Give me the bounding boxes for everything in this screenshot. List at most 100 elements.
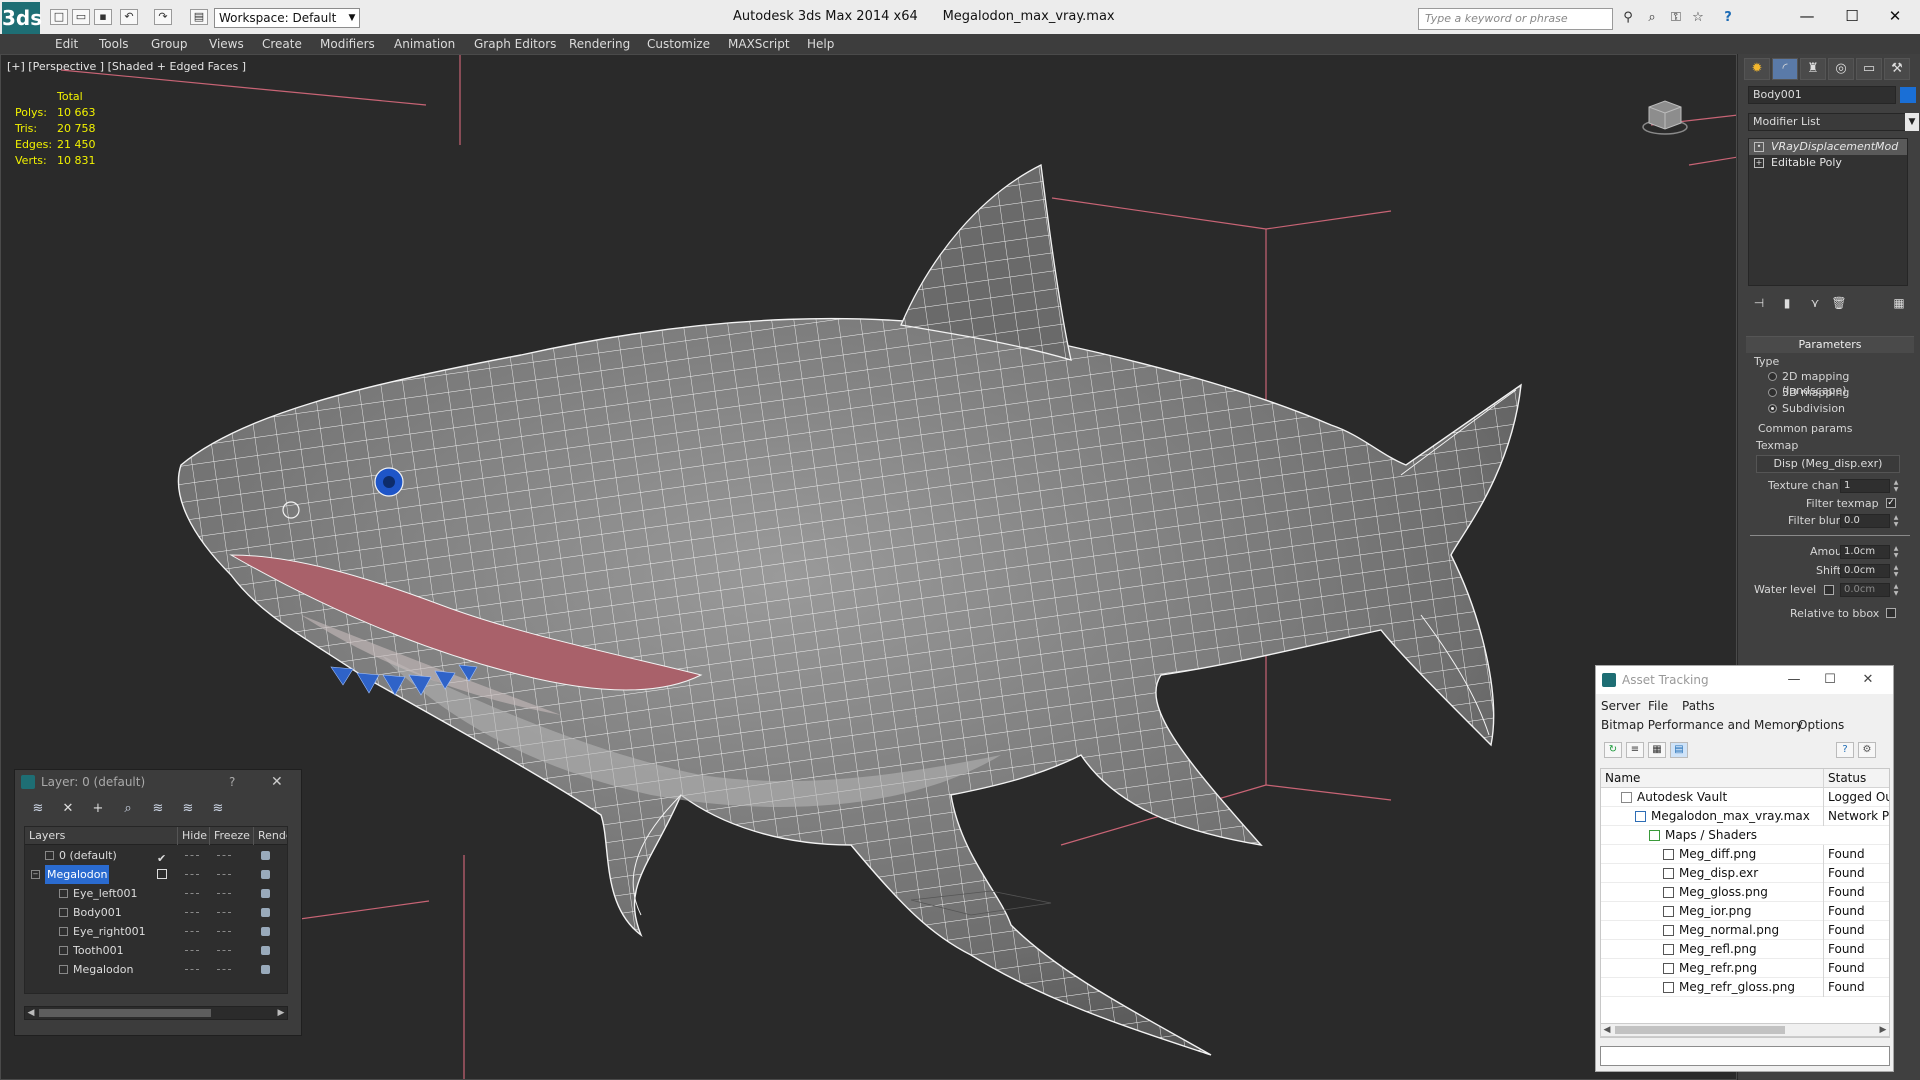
pin-stack-icon[interactable]: ⊣ — [1748, 294, 1770, 312]
layer-row[interactable]: Eye_left001 — [25, 884, 287, 903]
scrollbar-thumb[interactable] — [1615, 1026, 1785, 1034]
remove-modifier-icon[interactable]: 🗑 — [1828, 294, 1850, 312]
horizontal-scrollbar[interactable]: ◀ ▶ — [24, 1006, 288, 1020]
render-teapot-icon[interactable] — [261, 908, 270, 917]
configure-sets-icon[interactable]: ▦ — [1888, 294, 1910, 312]
scrollbar-thumb[interactable] — [39, 1009, 211, 1017]
object-icon[interactable] — [45, 851, 54, 860]
maximize-button[interactable]: ☐ — [1812, 666, 1848, 694]
column-render[interactable]: Render — [253, 827, 287, 845]
filter-blur-field[interactable]: 0.0 — [1840, 514, 1890, 528]
object-icon[interactable] — [59, 889, 68, 898]
layer-name[interactable]: Eye_right001 — [73, 922, 146, 941]
column-freeze[interactable]: Freeze — [209, 827, 253, 845]
project-icon[interactable]: ▤ — [190, 9, 208, 25]
make-unique-icon[interactable]: ⋎ — [1804, 294, 1826, 312]
spinner-icon[interactable]: ▲ ▼ — [1892, 479, 1900, 493]
menu-maxscript[interactable]: MAXScript — [728, 34, 790, 54]
chevron-down-icon[interactable]: ▼ — [1905, 113, 1919, 131]
amount-field[interactable]: 1.0cm — [1840, 545, 1890, 559]
menu-file[interactable]: File — [1648, 699, 1668, 713]
option-3d-mapping[interactable]: 3D mapping — [1782, 386, 1849, 400]
list-icon[interactable]: ≡ — [1626, 742, 1644, 758]
menu-animation[interactable]: Animation — [394, 34, 455, 54]
asset-row[interactable]: Meg_refr_gloss.png Found — [1601, 978, 1889, 997]
menu-tools[interactable]: Tools — [99, 34, 129, 54]
search-icon[interactable]: ⌕ — [1644, 10, 1660, 26]
menu-create[interactable]: Create — [262, 34, 302, 54]
asset-row[interactable]: Meg_diff.png Found — [1601, 845, 1889, 864]
viewcube-icon[interactable] — [1641, 97, 1689, 137]
render-teapot-icon[interactable] — [261, 927, 270, 936]
menu-server[interactable]: Server — [1601, 699, 1640, 713]
radio-3d-mapping[interactable] — [1768, 388, 1777, 397]
menu-customize[interactable]: Customize — [647, 34, 710, 54]
layer-row[interactable]: − Megalodon — [25, 865, 287, 884]
render-teapot-icon[interactable] — [261, 851, 270, 860]
motion-icon[interactable]: ◎ — [1828, 58, 1854, 80]
hide-toggle[interactable] — [185, 950, 199, 951]
collapse-icon[interactable]: − — [31, 870, 40, 879]
object-color-swatch[interactable] — [1900, 87, 1916, 103]
radio-2d-mapping[interactable] — [1768, 372, 1777, 381]
close-icon[interactable]: ✕ — [271, 770, 283, 794]
freeze-toggle[interactable] — [217, 969, 231, 970]
scroll-left-icon[interactable]: ◀ — [25, 1007, 37, 1019]
set-active-checkbox[interactable] — [157, 869, 167, 879]
column-layers[interactable]: Layers — [25, 827, 153, 845]
scroll-right-icon[interactable]: ▶ — [1877, 1024, 1889, 1036]
object-icon[interactable] — [59, 965, 68, 974]
layer-name[interactable]: Eye_left001 — [73, 884, 138, 903]
layer-name[interactable]: Megalodon — [45, 865, 110, 884]
open-icon[interactable]: ▭ — [72, 9, 90, 25]
horizontal-scrollbar[interactable]: ◀ ▶ — [1600, 1023, 1890, 1037]
bulb-icon[interactable]: • — [1754, 142, 1764, 152]
menu-rendering[interactable]: Rendering — [569, 34, 630, 54]
filter-texmap-checkbox[interactable]: ✓ — [1886, 498, 1896, 508]
spinner-icon[interactable]: ▲ ▼ — [1892, 514, 1900, 528]
menu-modifiers[interactable]: Modifiers — [320, 34, 375, 54]
search-input[interactable]: Type a keyword or phrase — [1418, 8, 1613, 30]
modify-icon[interactable]: ◜ — [1772, 58, 1798, 80]
delete-icon[interactable]: ✕ — [57, 800, 79, 818]
object-icon[interactable] — [59, 908, 68, 917]
menu-paths[interactable]: Paths — [1682, 699, 1715, 713]
texmap-button[interactable]: Disp (Meg_disp.exr) — [1756, 455, 1900, 473]
table-icon[interactable]: ▤ — [1670, 742, 1688, 758]
asset-window-titlebar[interactable]: Asset Tracking — ☐ ✕ — [1596, 666, 1893, 694]
star-icon[interactable]: ☆ — [1690, 10, 1706, 26]
thumbnail-icon[interactable]: ▦ — [1648, 742, 1666, 758]
chevron-down-icon[interactable]: ▼ — [344, 8, 360, 28]
new-icon[interactable]: □ — [50, 9, 68, 25]
hide-toggle[interactable] — [185, 893, 199, 894]
layer-add-icon[interactable]: ≋ — [27, 800, 49, 818]
scroll-left-icon[interactable]: ◀ — [1601, 1024, 1613, 1036]
close-button[interactable]: ✕ — [1873, 3, 1917, 29]
maximize-button[interactable]: ☐ — [1830, 3, 1874, 29]
layer-row[interactable]: 0 (default) ✔ — [25, 846, 287, 865]
help-icon[interactable]: ? — [229, 770, 235, 794]
freeze-toggle[interactable] — [217, 874, 231, 875]
menu-views[interactable]: Views — [209, 34, 244, 54]
water-level-checkbox[interactable] — [1824, 585, 1834, 595]
shift-field[interactable]: 0.0cm — [1840, 564, 1890, 578]
binoculars-icon[interactable]: ⚲ — [1620, 10, 1636, 26]
water-level-field[interactable]: 0.0cm — [1840, 583, 1890, 597]
stack-item-editable-poly[interactable]: + Editable Poly — [1749, 155, 1907, 171]
asset-row[interactable]: Meg_ior.png Found — [1601, 902, 1889, 921]
asset-row[interactable]: Megalodon_max_vray.max Network Path — [1601, 807, 1889, 826]
settings-icon[interactable]: ⚙ — [1858, 742, 1876, 758]
show-end-result-icon[interactable]: ▮ — [1776, 294, 1798, 312]
column-name[interactable]: Name — [1601, 769, 1640, 788]
menu-edit[interactable]: Edit — [55, 34, 78, 54]
create-icon[interactable]: ✹ — [1744, 58, 1770, 80]
hide-toggle[interactable] — [185, 931, 199, 932]
layer-window-titlebar[interactable]: Layer: 0 (default) ? ✕ — [15, 770, 301, 794]
render-teapot-icon[interactable] — [261, 965, 270, 974]
asset-row[interactable]: Maps / Shaders — [1601, 826, 1889, 845]
parameters-header[interactable]: Parameters — [1746, 337, 1914, 353]
asset-row[interactable]: Meg_normal.png Found — [1601, 921, 1889, 940]
hide-all-icon[interactable]: ≋ — [177, 800, 199, 818]
render-teapot-icon[interactable] — [261, 889, 270, 898]
object-icon[interactable] — [59, 927, 68, 936]
